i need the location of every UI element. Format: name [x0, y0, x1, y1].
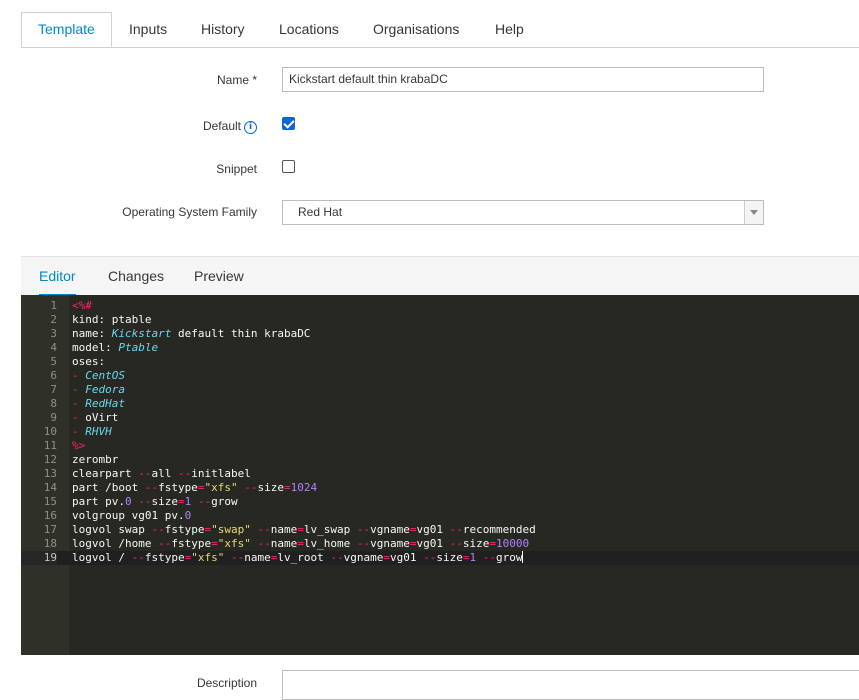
line-number: 11 [43, 439, 57, 452]
code-text: name: Kickstart default thin krabaDC [72, 327, 311, 340]
info-icon[interactable]: i [244, 121, 257, 134]
line-number: 1 [50, 299, 57, 312]
code-text: - Fedora [72, 383, 125, 396]
line-number: 6 [50, 369, 57, 382]
default-label: Default i [150, 119, 257, 134]
description-label: Description [196, 676, 257, 690]
code-editor[interactable]: 1 <%# 2 kind: ptable 3 name: Kickstart defaul… [21, 295, 859, 655]
code-text: logvol /home --fstype="xfs" --name=lv_ho… [72, 537, 530, 550]
tab-editor[interactable]: Editor [21, 257, 94, 296]
os-family-label: Operating System Family [122, 205, 257, 219]
line-number: 13 [43, 467, 57, 480]
template-tabs: Template Inputs History Locations Organi… [21, 12, 859, 48]
code-text: - CentOS [72, 369, 125, 382]
code-line[interactable]: 4 model: Ptable [21, 341, 859, 355]
line-number: 17 [43, 523, 57, 536]
code-line[interactable]: 13 clearpart --all --initlabel [21, 467, 859, 481]
code-text: zerombr [72, 453, 119, 466]
name-label: Name * [216, 73, 257, 87]
code-text: - RHVH [72, 425, 112, 438]
line-number: 19 [21, 551, 57, 565]
os-family-value: Red Hat [298, 205, 343, 219]
code-line[interactable]: 9 - oVirt [21, 411, 859, 425]
code-line[interactable]: 10 - RHVH [21, 425, 859, 439]
code-line[interactable]: 7 - Fedora [21, 383, 859, 397]
line-number: 18 [43, 537, 57, 550]
code-line[interactable]: 14 part /boot --fstype="xfs" --size=1024 [21, 481, 859, 495]
code-text: oses: [72, 355, 106, 368]
name-input[interactable]: Kickstart default thin krabaDC [282, 67, 764, 92]
code-text: - oVirt [72, 411, 119, 424]
code-text: kind: ptable [72, 313, 152, 326]
default-label-text: Default [202, 119, 241, 133]
line-number: 12 [43, 453, 57, 466]
chevron-down-icon[interactable] [744, 201, 763, 224]
code-text: %> [72, 439, 86, 452]
code-text: part pv.0 --size=1 --grow [72, 495, 238, 508]
code-text: <%# [72, 299, 92, 312]
line-number: 3 [50, 327, 57, 340]
code-text: - RedHat [72, 397, 125, 410]
code-line[interactable]: 1 <%# [21, 299, 859, 313]
code-text: part /boot --fstype="xfs" --size=1024 [72, 481, 318, 494]
os-family-select[interactable]: Red Hat [282, 200, 764, 225]
editor-tabs: Editor Changes Preview [21, 256, 859, 296]
line-number: 2 [50, 313, 57, 326]
code-text: logvol / --fstype="xfs" --name=lv_root -… [72, 551, 524, 564]
code-line[interactable]: 5 oses: [21, 355, 859, 369]
default-checkbox[interactable] [282, 117, 295, 130]
tab-history[interactable]: History [185, 12, 261, 47]
tab-organisations[interactable]: Organisations [357, 12, 475, 47]
code-line[interactable]: 16 volgroup vg01 pv.0 [21, 509, 859, 523]
tab-preview[interactable]: Preview [176, 257, 262, 296]
line-number: 10 [43, 425, 57, 438]
description-input[interactable] [282, 670, 859, 700]
code-text: logvol swap --fstype="swap" --name=lv_sw… [72, 523, 536, 536]
tab-locations[interactable]: Locations [263, 12, 355, 47]
code-text: volgroup vg01 pv.0 [72, 509, 192, 522]
code-line[interactable]: 15 part pv.0 --size=1 --grow [21, 495, 859, 509]
snippet-checkbox[interactable] [282, 160, 295, 173]
code-line[interactable]: 18 logvol /home --fstype="xfs" --name=lv_… [21, 537, 859, 551]
code-line[interactable]: 2 kind: ptable [21, 313, 859, 327]
line-number: 8 [50, 397, 57, 410]
code-text: clearpart --all --initlabel [72, 467, 251, 480]
code-text: model: Ptable [72, 341, 159, 354]
tab-help[interactable]: Help [479, 12, 540, 47]
text-cursor [522, 551, 524, 563]
line-number: 14 [43, 481, 57, 494]
code-line[interactable]: 12 zerombr [21, 453, 859, 467]
code-line[interactable]: 17 logvol swap --fstype="swap" --name=lv_… [21, 523, 859, 537]
line-number: 16 [43, 509, 57, 522]
code-line[interactable]: 19 logvol / --fstype="xfs" --name=lv_root… [21, 551, 859, 565]
code-line[interactable]: 11 %> [21, 439, 859, 453]
snippet-label: Snippet [216, 162, 257, 176]
line-number: 7 [50, 383, 57, 396]
code-line[interactable]: 8 - RedHat [21, 397, 859, 411]
tab-inputs[interactable]: Inputs [113, 12, 183, 47]
tab-template[interactable]: Template [21, 12, 112, 47]
code-line[interactable]: 3 name: Kickstart default thin krabaDC [21, 327, 859, 341]
line-number: 9 [50, 411, 57, 424]
tab-changes[interactable]: Changes [90, 257, 182, 296]
line-number: 5 [50, 355, 57, 368]
line-number: 15 [43, 495, 57, 508]
editor-panel: Editor Changes Preview 1 <%# 2 kind: ptable… [21, 256, 859, 656]
code-line[interactable]: 6 - CentOS [21, 369, 859, 383]
line-number: 4 [50, 341, 57, 354]
